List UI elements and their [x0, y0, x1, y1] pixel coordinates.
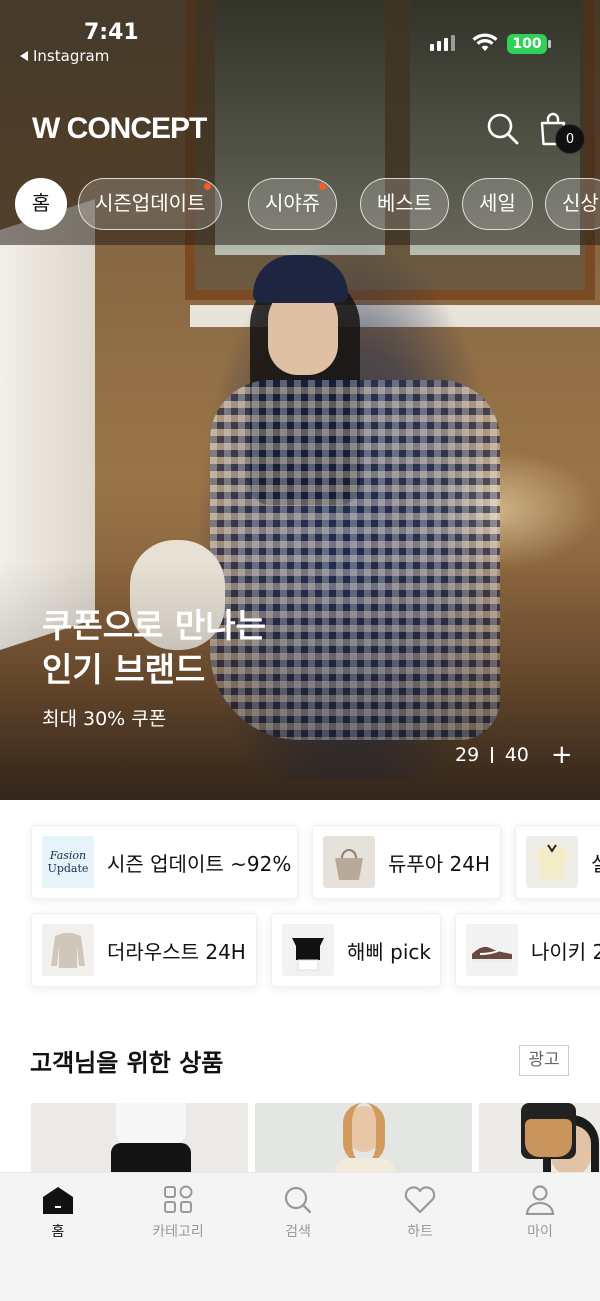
pager-current: 29 — [455, 744, 480, 766]
off-shoulder-top-thumb — [282, 924, 334, 976]
chip-sale[interactable]: 세일 — [462, 178, 533, 230]
battery-indicator: 100 — [507, 34, 547, 54]
home-icon — [43, 1187, 73, 1214]
wifi-icon — [472, 33, 498, 51]
product-card[interactable] — [31, 1103, 248, 1178]
cart-count-badge: 0 — [555, 124, 585, 154]
search-icon[interactable] — [486, 112, 520, 146]
knit-cardigan-thumb — [42, 924, 94, 976]
tab-category[interactable]: 카테고리 — [128, 1185, 228, 1241]
sneaker-thumb — [466, 924, 518, 976]
hero-subtitle: 최대 30% 쿠폰 — [42, 708, 167, 730]
category-grid-icon — [164, 1185, 193, 1213]
chip-best[interactable]: 베스트 — [360, 178, 450, 230]
ad-badge: 광고 — [519, 1045, 569, 1076]
hero-title: 쿠폰으로 만나는 인기 브랜드 — [42, 606, 267, 689]
person-icon — [525, 1185, 555, 1215]
status-time: 7:41 — [84, 20, 139, 45]
shortcut-nike[interactable]: 나이키 2 — [455, 913, 600, 987]
shortcut-happy-pick[interactable]: 해삐 pick — [271, 913, 441, 987]
hero-pager: 29 40 + — [455, 742, 573, 768]
tab-my[interactable]: 마이 — [490, 1185, 590, 1241]
new-dot-icon — [319, 183, 327, 190]
bag-thumb — [323, 836, 375, 888]
tab-search[interactable]: 검색 — [248, 1185, 348, 1241]
cellular-signal-icon — [430, 35, 455, 51]
new-dot-icon — [204, 183, 212, 190]
back-app-label: Instagram — [33, 47, 110, 65]
chip-siyaju[interactable]: 시야쥬 — [248, 178, 338, 230]
tab-heart[interactable]: 하트 — [370, 1185, 470, 1241]
heart-icon — [404, 1186, 436, 1214]
shortcut-dupua[interactable]: 듀푸아 24H — [312, 825, 501, 899]
shortcut-season-update[interactable]: Fasion Update 시즌 업데이트 ~92% — [31, 825, 298, 899]
fashion-update-thumb: Fasion Update — [42, 836, 94, 888]
back-arrow-icon — [20, 51, 28, 61]
product-card[interactable] — [255, 1103, 472, 1178]
bottom-tab-bar: 홈 카테고리 검색 하트 마이 — [0, 1172, 600, 1301]
polo-shirt-thumb — [526, 836, 578, 888]
tab-home[interactable]: 홈 — [8, 1185, 108, 1241]
back-to-app[interactable]: Instagram — [20, 47, 109, 65]
shortcut-theraust[interactable]: 더라우스트 24H — [31, 913, 257, 987]
chip-season-update[interactable]: 시즌업데이트 — [78, 178, 223, 230]
shortcut-polo[interactable]: 실 — [515, 825, 600, 899]
search-icon — [284, 1186, 312, 1214]
brand-logo[interactable]: W CONCEPT — [32, 112, 207, 146]
chip-home[interactable]: 홈 — [15, 178, 67, 230]
chip-new[interactable]: 신상 — [545, 178, 600, 230]
category-chip-bar: 홈 시즌업데이트 시야쥬 베스트 세일 신상 — [0, 178, 600, 232]
pager-plus-button[interactable]: + — [551, 742, 573, 768]
section-title-recommend: 고객님을 위한 상품 — [30, 1049, 224, 1077]
product-card[interactable] — [479, 1103, 600, 1178]
pager-total: 40 — [504, 744, 529, 766]
